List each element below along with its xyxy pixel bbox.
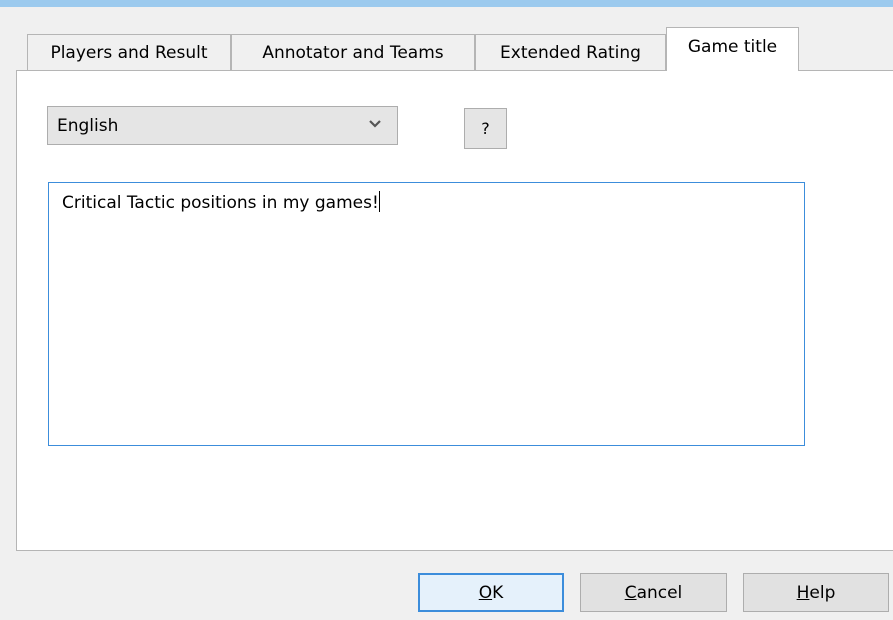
help-label-rest: elp <box>809 582 836 603</box>
tab-label: Players and Result <box>50 42 208 63</box>
ok-mnemonic: O <box>478 582 493 603</box>
cancel-mnemonic: C <box>624 582 637 603</box>
ok-label-rest: K <box>492 582 504 603</box>
language-selected-value: English <box>57 115 119 136</box>
language-dropdown[interactable]: English <box>47 106 398 145</box>
question-help-button[interactable]: ? <box>464 108 507 149</box>
tab-players-and-result[interactable]: Players and Result <box>27 34 231 70</box>
game-title-text: Critical Tactic positions in my games! <box>62 193 379 213</box>
tab-extended-rating[interactable]: Extended Rating <box>475 34 666 70</box>
text-caret <box>378 191 380 212</box>
help-button[interactable]: Help <box>743 573 889 612</box>
help-mnemonic: H <box>796 582 810 603</box>
tab-game-title[interactable]: Game title <box>666 27 799 71</box>
tab-label: Game title <box>687 36 778 57</box>
cancel-button[interactable]: Cancel <box>580 573 727 612</box>
cancel-label-rest: ancel <box>636 582 683 603</box>
game-title-textarea[interactable]: Critical Tactic positions in my games! <box>48 182 805 446</box>
tab-label: Extended Rating <box>500 42 641 63</box>
ok-button[interactable]: OK <box>418 573 564 612</box>
tab-label: Annotator and Teams <box>262 42 444 63</box>
window-title-bar <box>0 0 893 7</box>
chevron-down-icon <box>369 120 381 128</box>
question-label: ? <box>481 119 490 138</box>
tab-annotator-and-teams[interactable]: Annotator and Teams <box>231 34 475 70</box>
